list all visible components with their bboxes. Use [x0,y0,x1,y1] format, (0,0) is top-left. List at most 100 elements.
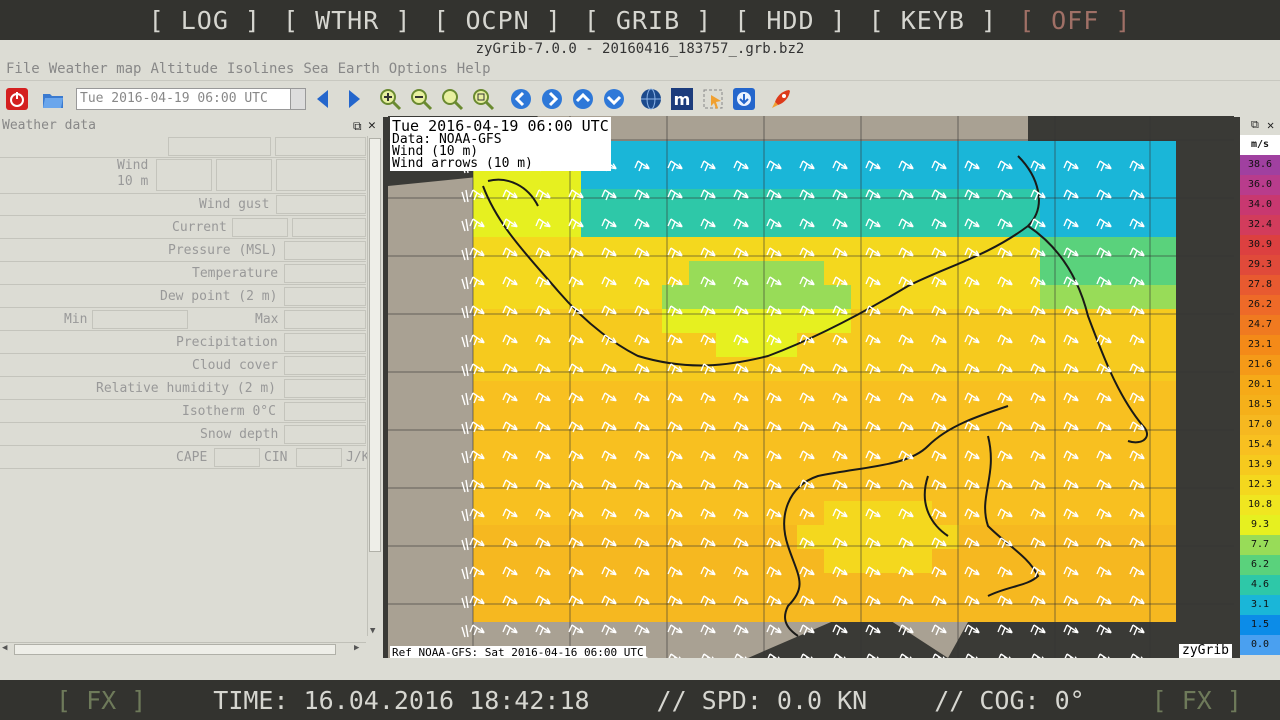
pan-down-icon[interactable] [602,87,626,111]
wind-cell [554,189,582,214]
fx-right-button[interactable]: [ FX ] [1152,686,1242,715]
wind-cell [932,549,960,574]
wind-cell [797,141,825,166]
wind-cell [770,285,798,310]
wind-cell [662,453,690,478]
wind-cell [959,261,987,286]
wind-cell [743,405,771,430]
hdd-button[interactable]: [ HDD ] [734,6,846,35]
menu-help[interactable]: Help [457,61,491,77]
map-canvas[interactable] [388,116,1234,658]
previous-date-icon[interactable] [311,87,335,111]
zoom-out-icon[interactable] [409,87,433,111]
log-button[interactable]: [ LOG ] [149,6,261,35]
wind-cell [1148,189,1176,214]
zoom-fit-icon[interactable] [440,87,464,111]
pan-up-icon[interactable] [571,87,595,111]
wind-cell [500,333,528,358]
wind-cell [1148,573,1176,598]
chevron-down-icon[interactable] [290,89,305,109]
wind-cell [473,501,501,526]
grib-button[interactable]: [ GRIB ] [584,6,712,35]
wind-cell [1067,501,1095,526]
wind-cell [959,285,987,310]
fx-left-button[interactable]: [ FX ] [56,686,146,715]
close-icon[interactable]: ✕ [368,116,376,136]
pan-left-icon[interactable] [509,87,533,111]
weather-map[interactable] [388,116,1234,658]
off-button[interactable]: [ OFF ] [1019,6,1131,35]
scroll-right-icon[interactable]: ▶ [354,643,359,653]
wind-cell [959,141,987,166]
wind-cell [581,405,609,430]
wind-cell [1040,573,1068,598]
wind-cell [1121,357,1149,382]
wind-cell [1094,381,1122,406]
wind-cell [797,333,825,358]
wind-cell [824,189,852,214]
wind-cell [905,285,933,310]
float-icon[interactable]: ⧉ [1251,118,1259,132]
wind-cell [662,213,690,238]
opencpn-button[interactable]: [ OCPN ] [433,6,561,35]
wind-cell [689,573,717,598]
quit-icon[interactable] [5,87,29,111]
scroll-left-icon[interactable]: ◀ [2,643,7,653]
wind-cell [608,429,636,454]
value-cell [284,379,366,398]
wind-cell [851,477,879,502]
menu-altitude[interactable]: Altitude [150,61,217,77]
zoom-reset-icon[interactable] [471,87,495,111]
wind-cell [905,237,933,262]
map-brand-label: zyGrib [1179,644,1232,658]
close-icon[interactable]: ✕ [1267,118,1274,132]
animation-rocket-icon[interactable] [769,87,793,111]
wind-cell [581,549,609,574]
wind-cell [851,381,879,406]
temperature-label: Temperature [192,266,279,281]
wind-cell [473,237,501,262]
wind-cell [797,381,825,406]
wind-cell [581,501,609,526]
menu-isolines[interactable]: Isolines [227,61,294,77]
wind-cell [554,285,582,310]
globe-icon[interactable] [639,87,663,111]
pan-right-icon[interactable] [540,87,564,111]
scroll-down-icon[interactable]: ▼ [370,626,375,636]
download-icon[interactable] [732,87,756,111]
wind-cell [1067,237,1095,262]
vertical-scrollbar[interactable]: ▼ [367,136,382,636]
select-zone-icon[interactable] [701,87,725,111]
scroll-thumb[interactable] [14,644,336,655]
date-select[interactable]: Tue 2016-04-19 06:00 UTC [76,88,306,110]
wind-cell [959,165,987,190]
wind-cell [500,285,528,310]
next-date-icon[interactable] [342,87,366,111]
wind-cell [581,573,609,598]
menu-earth[interactable]: Earth [338,61,380,77]
toolbar: Tue 2016-04-19 06:00 UTC m [0,80,1280,117]
keyboard-button[interactable]: [ KEYB ] [869,6,997,35]
open-folder-icon[interactable] [41,87,65,111]
wind-cell [662,165,690,190]
wind-cell [1148,309,1176,334]
horizontal-scrollbar[interactable]: ◀ ▶ [0,642,366,657]
wind-cell [1013,477,1041,502]
menu-file[interactable]: File [6,61,40,77]
panel-row-min-max: Min Max [0,309,366,331]
float-icon[interactable]: ⧉ [353,116,362,136]
wind-cell [1067,597,1095,622]
scroll-thumb[interactable] [369,138,381,552]
meteotable-icon[interactable]: m [670,87,694,111]
menu-options[interactable]: Options [389,61,448,77]
menu-weather-map[interactable]: Weather map [49,61,142,77]
menu-sea[interactable]: Sea [303,61,328,77]
wind-cell [608,549,636,574]
weather-button[interactable]: [ WTHR ] [283,6,411,35]
legend-value: 32.4 [1240,215,1280,235]
legend-value: 10.8 [1240,495,1280,515]
wind-cell [824,357,852,382]
wind-cell [1148,285,1176,310]
precipitation-label: Precipitation [176,335,278,350]
zoom-in-icon[interactable] [378,87,402,111]
